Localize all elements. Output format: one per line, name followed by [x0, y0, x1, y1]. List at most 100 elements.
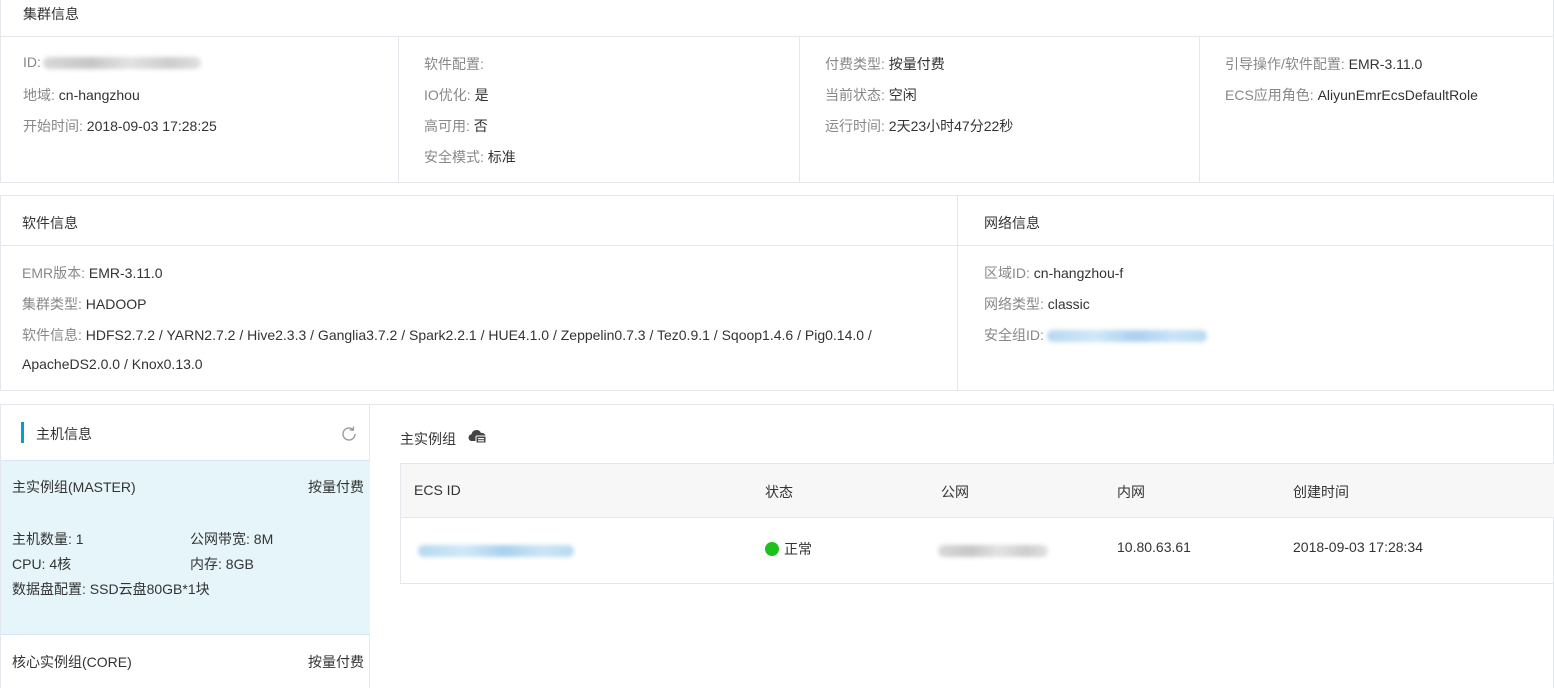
cluster-info-header: 集群信息: [1, 0, 1553, 37]
instance-group-name: 核心实例组(CORE): [12, 654, 132, 670]
cluster-info-column-1: ID: 地域: cn-hangzhou 开始时间: 2018-09-03 17:…: [1, 37, 399, 182]
bootstrap-config-value: EMR-3.11.0: [1348, 56, 1423, 72]
emr-version-row: EMR版本: EMR-3.11.0: [22, 263, 163, 283]
high-availability-row: 高可用: 否: [424, 116, 488, 136]
instance-group-billing: 按量付费: [308, 479, 364, 495]
instance-group-billing: 按量付费: [308, 654, 364, 670]
current-status-label: 当前状态:: [825, 87, 885, 103]
private-ip-cell: 10.80.63.61: [1117, 539, 1191, 555]
table-header: ECS ID 状态 公网 内网 创建时间: [401, 464, 1554, 518]
cluster-info-panel: 集群信息 ID: 地域: cn-hangzhou 开始时间: 2018-09-0…: [0, 0, 1554, 183]
zone-id-value: cn-hangzhou-f: [1033, 265, 1124, 281]
ecs-role-label: ECS应用角色:: [1225, 87, 1314, 103]
instance-group-core[interactable]: 核心实例组(CORE) 按量付费: [1, 636, 370, 688]
instance-group-detail: 主实例组 ECS ID 状态 公网 内网 创建时间 正常 10.80.63.61…: [370, 404, 1554, 688]
ecs-table: ECS ID 状态 公网 内网 创建时间 正常 10.80.63.61 2018…: [400, 463, 1554, 584]
security-mode-label: 安全模式:: [424, 149, 484, 165]
software-config-label: 软件配置:: [424, 56, 484, 72]
cluster-id-value-redacted: [42, 57, 201, 70]
refresh-icon[interactable]: [340, 425, 358, 443]
software-info-title: 软件信息: [22, 215, 78, 231]
bootstrap-config-label: 引导操作/软件配置:: [1225, 56, 1345, 72]
billing-type-row: 付费类型: 按量付费: [825, 54, 945, 74]
selected-group-title: 主实例组: [400, 431, 456, 447]
cluster-info-title: 集群信息: [23, 6, 79, 22]
software-list-row: 软件信息: HDFS2.7.2 / YARN2.7.2 / Hive2.3.3 …: [22, 325, 872, 345]
start-time-row: 开始时间: 2018-09-03 17:28:25: [23, 116, 217, 136]
region-label: 地域:: [23, 87, 55, 103]
cpu-spec: CPU: 4核: [12, 556, 72, 572]
ecs-role-row: ECS应用角色: AliyunEmrEcsDefaultRole: [1225, 85, 1478, 105]
bootstrap-config-row: 引导操作/软件配置: EMR-3.11.0: [1225, 54, 1422, 74]
public-ip-cell: [938, 542, 1048, 558]
cluster-type-row: 集群类型: HADOOP: [22, 294, 146, 314]
ecs-id-cell[interactable]: [418, 542, 574, 558]
start-time-label: 开始时间:: [23, 118, 83, 134]
public-bandwidth: 公网带宽: 8M: [190, 531, 274, 547]
host-count: 主机数量: 1: [12, 531, 84, 547]
current-status-value: 空闲: [888, 87, 917, 103]
security-mode-row: 安全模式: 标准: [424, 147, 516, 167]
zone-id-label: 区域ID:: [984, 265, 1030, 281]
network-info-panel: 网络信息 区域ID: cn-hangzhou-f 网络类型: classic 安…: [957, 195, 1554, 391]
ecs-id-link-redacted[interactable]: [418, 545, 574, 558]
security-mode-value: 标准: [487, 149, 516, 165]
software-info-header: 软件信息: [1, 196, 958, 246]
start-time-value: 2018-09-03 17:28:25: [86, 118, 217, 134]
io-optimized-value: 是: [474, 87, 489, 103]
high-availability-value: 否: [473, 118, 488, 134]
cluster-type-value: HADOOP: [85, 296, 147, 312]
instance-group-name: 主实例组(MASTER): [12, 479, 136, 495]
instance-group-master[interactable]: 主实例组(MASTER) 按量付费 主机数量: 1 公网带宽: 8M CPU: …: [1, 460, 370, 635]
public-ip-redacted: [938, 545, 1048, 558]
column-header-private-ip: 内网: [1117, 484, 1145, 500]
column-header-status: 状态: [765, 484, 793, 500]
network-type-row: 网络类型: classic: [984, 294, 1090, 314]
software-info-panel: 软件信息 EMR版本: EMR-3.11.0 集群类型: HADOOP 软件信息…: [0, 195, 958, 391]
created-time-cell: 2018-09-03 17:28:34: [1293, 539, 1423, 555]
host-info-accent-bar: [21, 422, 24, 443]
security-group-label: 安全组ID:: [984, 327, 1044, 343]
high-availability-label: 高可用:: [424, 118, 470, 134]
software-config-row: 软件配置:: [424, 54, 484, 74]
host-info-header: 主机信息: [1, 405, 369, 460]
io-optimized-row: IO优化: 是: [424, 85, 489, 105]
status-text: 正常: [784, 541, 812, 557]
software-list-value: HDFS2.7.2 / YARN2.7.2 / Hive2.3.3 / Gang…: [85, 327, 872, 343]
network-info-title: 网络信息: [984, 215, 1040, 231]
cluster-info-column-3: 付费类型: 按量付费 当前状态: 空闲 运行时间: 2天23小时47分22秒: [800, 37, 1200, 182]
status-ok-icon: [765, 542, 779, 556]
host-info-sidebar: 主机信息 主实例组(MASTER) 按量付费 主机数量: 1 公网带宽: 8M …: [0, 404, 370, 688]
column-header-public-ip: 公网: [941, 484, 969, 500]
io-optimized-label: IO优化:: [424, 87, 471, 103]
software-list-continuation-value: ApacheDS2.0.0 / Knox0.13.0: [22, 356, 203, 372]
run-time-value: 2天23小时47分22秒: [888, 118, 1014, 134]
billing-type-label: 付费类型:: [825, 56, 885, 72]
software-list-continuation: ApacheDS2.0.0 / Knox0.13.0: [22, 356, 203, 372]
data-disk-spec: 数据盘配置: SSD云盘80GB*1块: [12, 581, 210, 597]
security-group-row: 安全组ID:: [984, 325, 1207, 345]
billing-type-value: 按量付费: [888, 56, 945, 72]
network-type-value: classic: [1047, 296, 1090, 312]
region-value: cn-hangzhou: [58, 87, 140, 103]
network-info-header: 网络信息: [958, 196, 1553, 246]
cluster-id-label: ID:: [23, 54, 41, 70]
cluster-info-column-4: 引导操作/软件配置: EMR-3.11.0 ECS应用角色: AliyunEmr…: [1200, 37, 1554, 182]
software-list-label: 软件信息:: [22, 327, 82, 343]
ecs-role-value: AliyunEmrEcsDefaultRole: [1317, 87, 1478, 103]
status-cell: 正常: [765, 539, 812, 559]
emr-version-value: EMR-3.11.0: [88, 265, 163, 281]
column-header-ecs-id: ECS ID: [414, 482, 461, 498]
emr-version-label: EMR版本:: [22, 265, 85, 281]
column-header-created: 创建时间: [1293, 484, 1349, 500]
cluster-info-column-2: 软件配置: IO优化: 是 高可用: 否 安全模式: 标准: [399, 37, 800, 182]
security-group-link-redacted[interactable]: [1046, 330, 1207, 343]
network-type-label: 网络类型:: [984, 296, 1044, 312]
run-time-label: 运行时间:: [825, 118, 885, 134]
region-row: 地域: cn-hangzhou: [23, 85, 140, 105]
cloud-icon[interactable]: [467, 428, 487, 444]
zone-id-row: 区域ID: cn-hangzhou-f: [984, 263, 1123, 283]
memory-spec: 内存: 8GB: [190, 556, 254, 572]
run-time-row: 运行时间: 2天23小时47分22秒: [825, 116, 1013, 136]
current-status-row: 当前状态: 空闲: [825, 85, 917, 105]
